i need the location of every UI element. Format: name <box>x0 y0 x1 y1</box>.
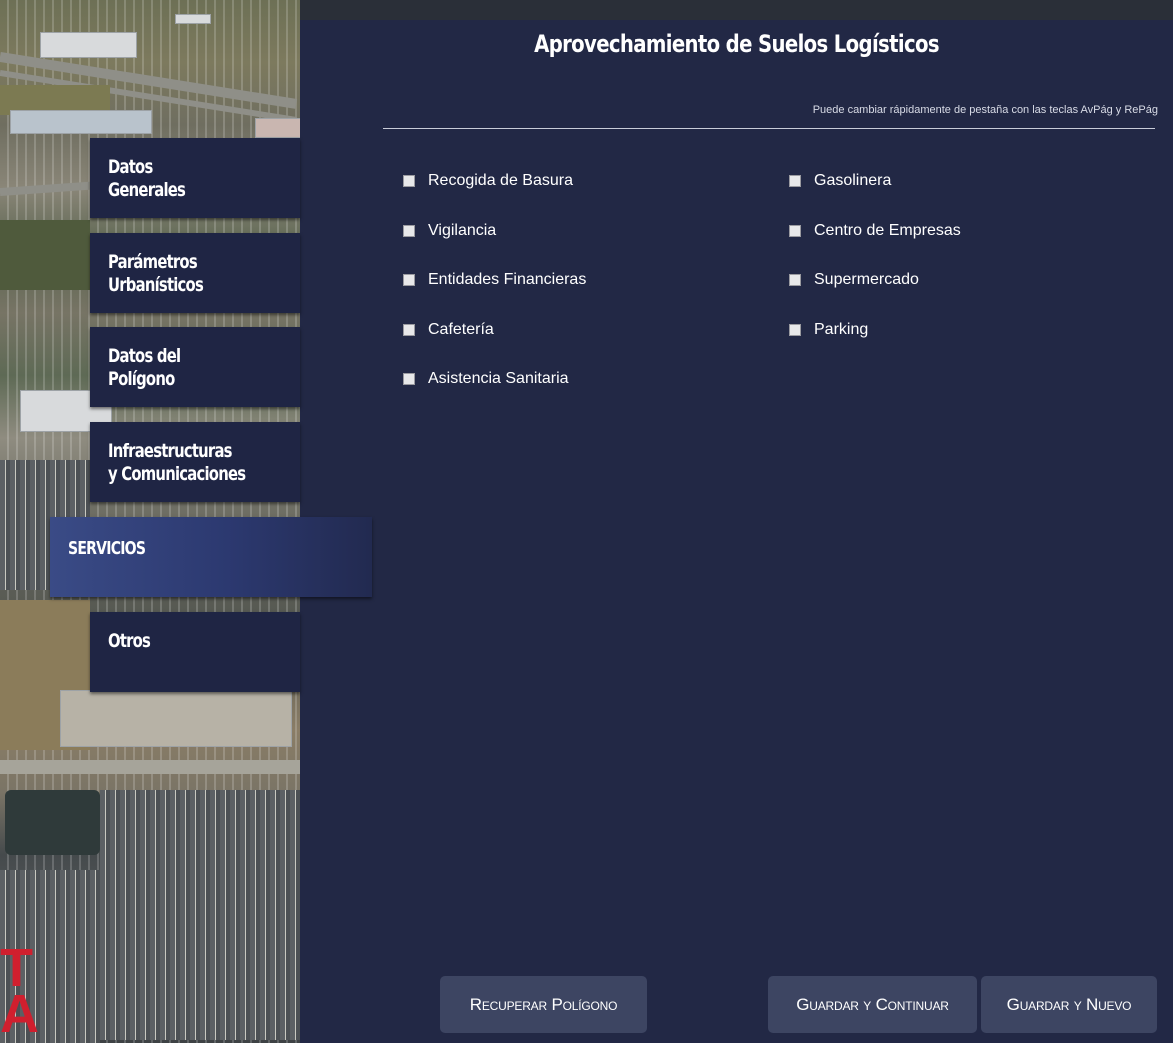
checkbox-label: Parking <box>814 321 869 338</box>
checkbox-box[interactable] <box>403 324 415 336</box>
checkbox-label: Vigilancia <box>428 222 497 239</box>
app-window: TA Aprovechamiento de Suelos Logísticos … <box>0 0 1173 1043</box>
checkbox-box[interactable] <box>403 373 415 385</box>
checkbox-gasolinera[interactable]: Gasolinera <box>789 172 891 190</box>
checkbox-centro-empresas[interactable]: Centro de Empresas <box>789 222 961 240</box>
page-title: Aprovechamiento de Suelos Logísticos <box>534 30 939 58</box>
checkbox-asistencia-sanitaria[interactable]: Asistencia Sanitaria <box>403 370 569 388</box>
checkbox-label: Supermercado <box>814 271 919 288</box>
checkbox-box[interactable] <box>403 175 415 187</box>
title-divider <box>383 128 1155 129</box>
checkbox-box[interactable] <box>403 274 415 286</box>
tab-label: Otros <box>108 630 151 652</box>
checkbox-label: Recogida de Basura <box>428 172 573 189</box>
checkbox-label: Asistencia Sanitaria <box>428 370 569 387</box>
checkbox-box[interactable] <box>789 225 801 237</box>
checkbox-vigilancia[interactable]: Vigilancia <box>403 222 496 240</box>
tab-infraestructuras[interactable]: Infraestructuras y Comunicaciones <box>90 422 300 502</box>
checkbox-entidades-financieras[interactable]: Entidades Financieras <box>403 271 586 289</box>
checkbox-box[interactable] <box>789 274 801 286</box>
recover-polygon-button[interactable]: Recuperar Polígono <box>440 976 647 1033</box>
checkbox-box[interactable] <box>403 225 415 237</box>
tab-label: Parámetros Urbanísticos <box>108 251 204 296</box>
tab-datos-generales[interactable]: Datos Generales <box>90 138 300 218</box>
brand-logo-fragment: TA <box>0 941 39 1041</box>
checkbox-label: Entidades Financieras <box>428 271 587 288</box>
tab-datos-poligono[interactable]: Datos del Polígono <box>90 327 300 407</box>
keyboard-hint: Puede cambiar rápidamente de pestaña con… <box>812 104 1158 116</box>
checkbox-cafeteria[interactable]: Cafetería <box>403 321 494 339</box>
tab-servicios[interactable]: SERVICIOS <box>50 517 372 597</box>
checkbox-label: Cafetería <box>428 321 494 338</box>
save-continue-button[interactable]: Guardar y Continuar <box>768 976 977 1033</box>
checkbox-box[interactable] <box>789 324 801 336</box>
tab-label: SERVICIOS <box>68 538 146 559</box>
checkbox-label: Centro de Empresas <box>814 222 961 239</box>
checkbox-box[interactable] <box>789 175 801 187</box>
save-new-button[interactable]: Guardar y Nuevo <box>981 976 1157 1033</box>
tab-otros[interactable]: Otros <box>90 612 300 692</box>
tab-label: Datos Generales <box>108 156 186 201</box>
checkbox-label: Gasolinera <box>814 172 892 189</box>
checkbox-recogida-basura[interactable]: Recogida de Basura <box>403 172 573 190</box>
tab-label: Infraestructuras y Comunicaciones <box>108 440 246 485</box>
checkbox-parking[interactable]: Parking <box>789 321 868 339</box>
tab-label: Datos del Polígono <box>108 345 181 390</box>
checkbox-supermercado[interactable]: Supermercado <box>789 271 919 289</box>
tab-parametros-urbanisticos[interactable]: Parámetros Urbanísticos <box>90 233 300 313</box>
